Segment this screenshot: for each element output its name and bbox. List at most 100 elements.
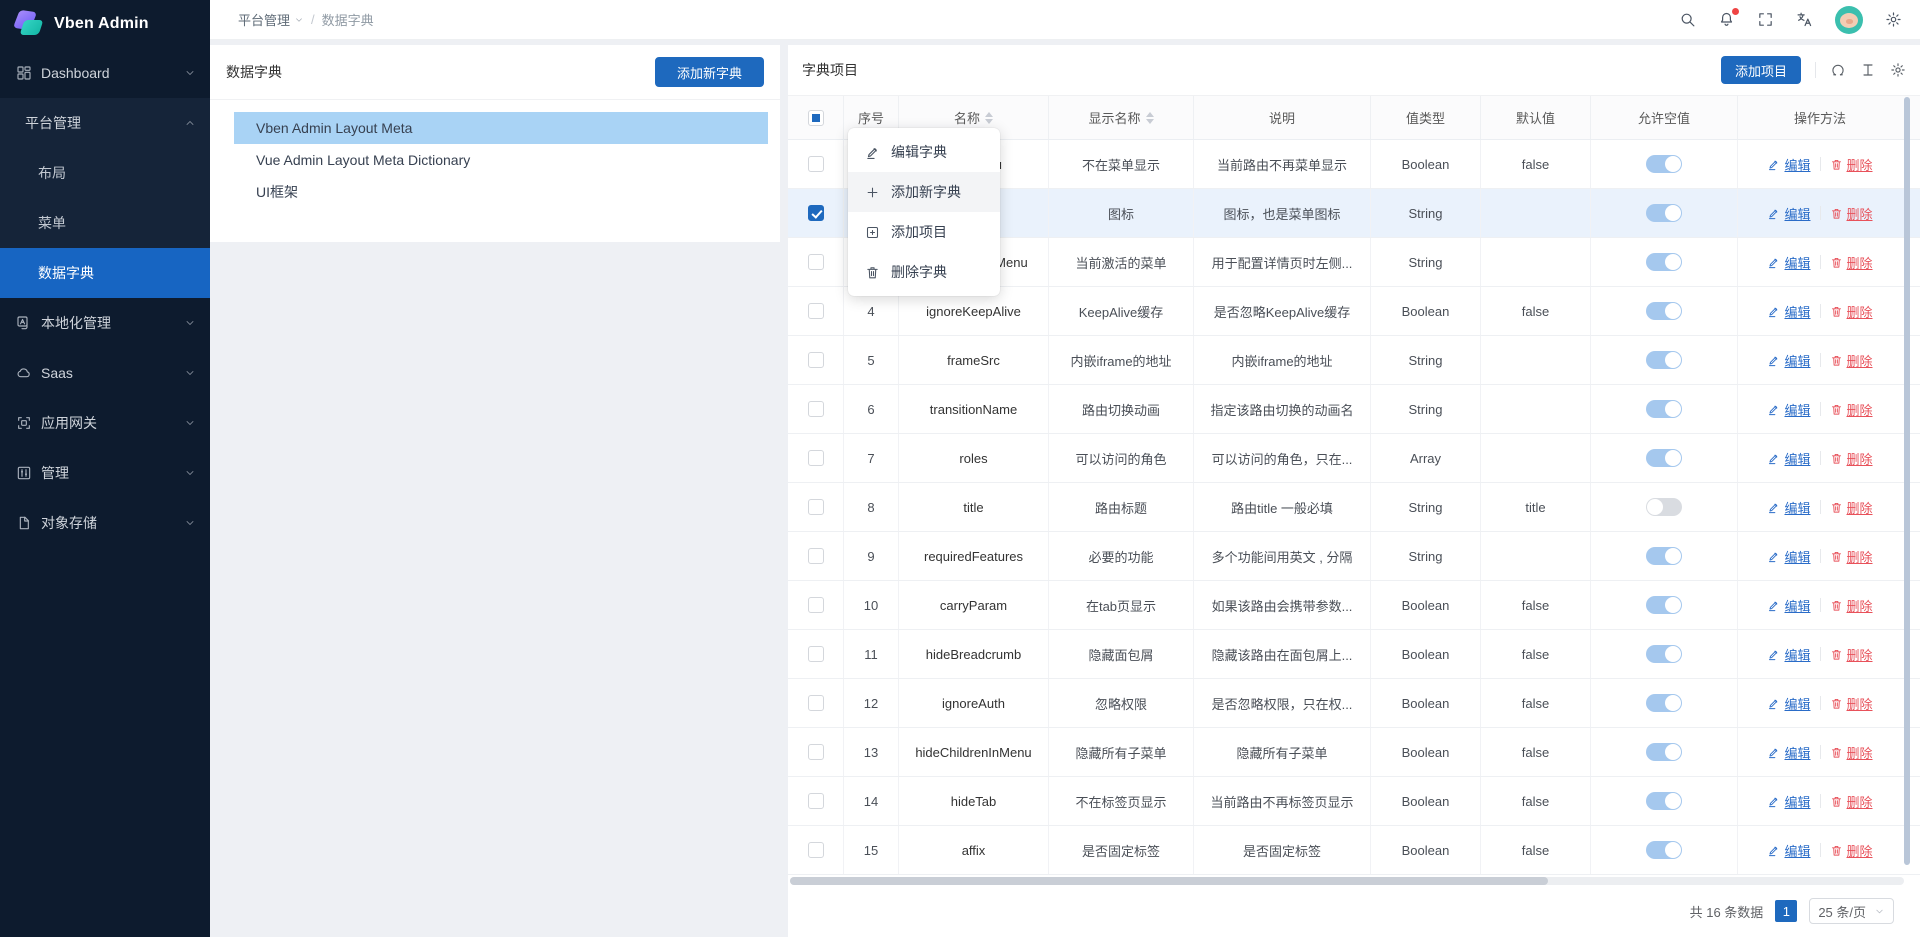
allow-empty-toggle[interactable] <box>1646 204 1682 222</box>
allow-empty-toggle[interactable] <box>1646 841 1682 859</box>
sidebar-subitem-菜单[interactable]: 菜单 <box>0 198 210 248</box>
allow-empty-toggle[interactable] <box>1646 792 1682 810</box>
edit-button[interactable]: 编辑 <box>1767 743 1810 762</box>
delete-button[interactable]: 删除 <box>1830 253 1873 272</box>
edit-button[interactable]: 编辑 <box>1767 596 1810 615</box>
sort-icon[interactable] <box>1146 112 1154 124</box>
sidebar-item-saas[interactable]: Saas <box>0 348 210 398</box>
sidebar-subitem-数据字典[interactable]: 数据字典 <box>0 248 210 298</box>
column-header-checkbox[interactable] <box>788 96 844 139</box>
bell-icon[interactable] <box>1718 11 1735 28</box>
add-dictionary-button[interactable]: 添加新字典 <box>655 57 764 87</box>
breadcrumb-data-dictionary[interactable]: 数据字典 <box>322 10 374 29</box>
row-checkbox[interactable] <box>808 303 824 319</box>
dict-list-item[interactable]: Vben Admin Layout Meta <box>234 112 768 144</box>
allow-empty-toggle[interactable] <box>1646 351 1682 369</box>
row-checkbox[interactable] <box>808 695 824 711</box>
allow-empty-toggle[interactable] <box>1646 596 1682 614</box>
select-all-checkbox[interactable] <box>808 110 824 126</box>
edit-button[interactable]: 编辑 <box>1767 841 1810 860</box>
sidebar-item-应用网关[interactable]: 应用网关 <box>0 398 210 448</box>
sidebar-item-管理[interactable]: 管理 <box>0 448 210 498</box>
delete-button[interactable]: 删除 <box>1830 498 1873 517</box>
row-checkbox[interactable] <box>808 450 824 466</box>
delete-button[interactable]: 删除 <box>1830 351 1873 370</box>
row-checkbox[interactable] <box>808 352 824 368</box>
edit-button[interactable]: 编辑 <box>1767 449 1810 468</box>
context-menu-item-删除字典[interactable]: 删除字典 <box>848 252 1000 292</box>
search-icon[interactable] <box>1679 11 1696 28</box>
row-checkbox[interactable] <box>808 254 824 270</box>
row-checkbox[interactable] <box>808 597 824 613</box>
row-checkbox[interactable] <box>808 401 824 417</box>
delete-button[interactable]: 删除 <box>1830 204 1873 223</box>
row-checkbox[interactable] <box>808 548 824 564</box>
delete-button[interactable]: 删除 <box>1830 302 1873 321</box>
logo[interactable]: Vben Admin <box>0 0 210 48</box>
edit-button[interactable]: 编辑 <box>1767 645 1810 664</box>
delete-button[interactable]: 删除 <box>1830 743 1873 762</box>
edit-button[interactable]: 编辑 <box>1767 155 1810 174</box>
breadcrumb-platform[interactable]: 平台管理 <box>238 10 304 29</box>
sidebar-item-本地化管理[interactable]: 本地化管理 <box>0 298 210 348</box>
avatar[interactable] <box>1835 6 1863 34</box>
delete-button[interactable]: 删除 <box>1830 547 1873 566</box>
row-checkbox[interactable] <box>808 646 824 662</box>
delete-button[interactable]: 删除 <box>1830 792 1873 811</box>
sidebar-subitem-布局[interactable]: 布局 <box>0 148 210 198</box>
row-checkbox[interactable] <box>808 842 824 858</box>
delete-button[interactable]: 删除 <box>1830 694 1873 713</box>
sort-icon[interactable] <box>985 112 993 124</box>
sidebar-item-对象存储[interactable]: 对象存储 <box>0 498 210 548</box>
allow-empty-toggle[interactable] <box>1646 743 1682 761</box>
gear-icon[interactable] <box>1890 62 1906 78</box>
delete-button[interactable]: 删除 <box>1830 596 1873 615</box>
edit-button[interactable]: 编辑 <box>1767 792 1810 811</box>
allow-empty-toggle[interactable] <box>1646 547 1682 565</box>
allow-empty-toggle[interactable] <box>1646 302 1682 320</box>
delete-button[interactable]: 删除 <box>1830 841 1873 860</box>
sidebar-item-dashboard[interactable]: Dashboard <box>0 48 210 98</box>
page-number-button[interactable]: 1 <box>1775 900 1797 922</box>
edit-button[interactable]: 编辑 <box>1767 204 1810 223</box>
refresh-icon[interactable] <box>1830 62 1846 78</box>
context-menu-item-编辑字典[interactable]: 编辑字典 <box>848 132 1000 172</box>
edit-button[interactable]: 编辑 <box>1767 400 1810 419</box>
edit-button[interactable]: 编辑 <box>1767 547 1810 566</box>
sidebar-item-平台管理[interactable]: 平台管理 <box>0 98 210 148</box>
row-checkbox[interactable] <box>808 205 824 221</box>
allow-empty-toggle[interactable] <box>1646 400 1682 418</box>
allow-empty-toggle[interactable] <box>1646 155 1682 173</box>
column-header-显示名称[interactable]: 显示名称 <box>1049 96 1194 139</box>
row-checkbox[interactable] <box>808 156 824 172</box>
row-checkbox[interactable] <box>808 793 824 809</box>
vertical-scrollbar-thumb[interactable] <box>1904 97 1910 865</box>
edit-button[interactable]: 编辑 <box>1767 351 1810 370</box>
allow-empty-toggle[interactable] <box>1646 449 1682 467</box>
dict-list-item[interactable]: UI框架 <box>234 176 768 208</box>
delete-button[interactable]: 删除 <box>1830 400 1873 419</box>
row-checkbox[interactable] <box>808 499 824 515</box>
gear-icon[interactable] <box>1885 11 1902 28</box>
edit-button[interactable]: 编辑 <box>1767 498 1810 517</box>
allow-empty-toggle[interactable] <box>1646 498 1682 516</box>
delete-button[interactable]: 删除 <box>1830 155 1873 174</box>
add-item-button[interactable]: 添加项目 <box>1721 56 1801 84</box>
context-menu-item-添加新字典[interactable]: 添加新字典 <box>848 172 1000 212</box>
row-height-icon[interactable] <box>1860 62 1876 78</box>
allow-empty-toggle[interactable] <box>1646 253 1682 271</box>
edit-button[interactable]: 编辑 <box>1767 253 1810 272</box>
delete-button[interactable]: 删除 <box>1830 645 1873 664</box>
allow-empty-toggle[interactable] <box>1646 645 1682 663</box>
row-checkbox[interactable] <box>808 744 824 760</box>
allow-empty-toggle[interactable] <box>1646 694 1682 712</box>
translate-icon[interactable] <box>1796 11 1813 28</box>
delete-button[interactable]: 删除 <box>1830 449 1873 468</box>
page-size-select[interactable]: 25 条/页 <box>1809 898 1894 924</box>
dict-list-item[interactable]: Vue Admin Layout Meta Dictionary <box>234 144 768 176</box>
context-menu-item-添加项目[interactable]: 添加项目 <box>848 212 1000 252</box>
edit-button[interactable]: 编辑 <box>1767 694 1810 713</box>
edit-button[interactable]: 编辑 <box>1767 302 1810 321</box>
horizontal-scrollbar-thumb[interactable] <box>790 877 1548 885</box>
fullscreen-icon[interactable] <box>1757 11 1774 28</box>
